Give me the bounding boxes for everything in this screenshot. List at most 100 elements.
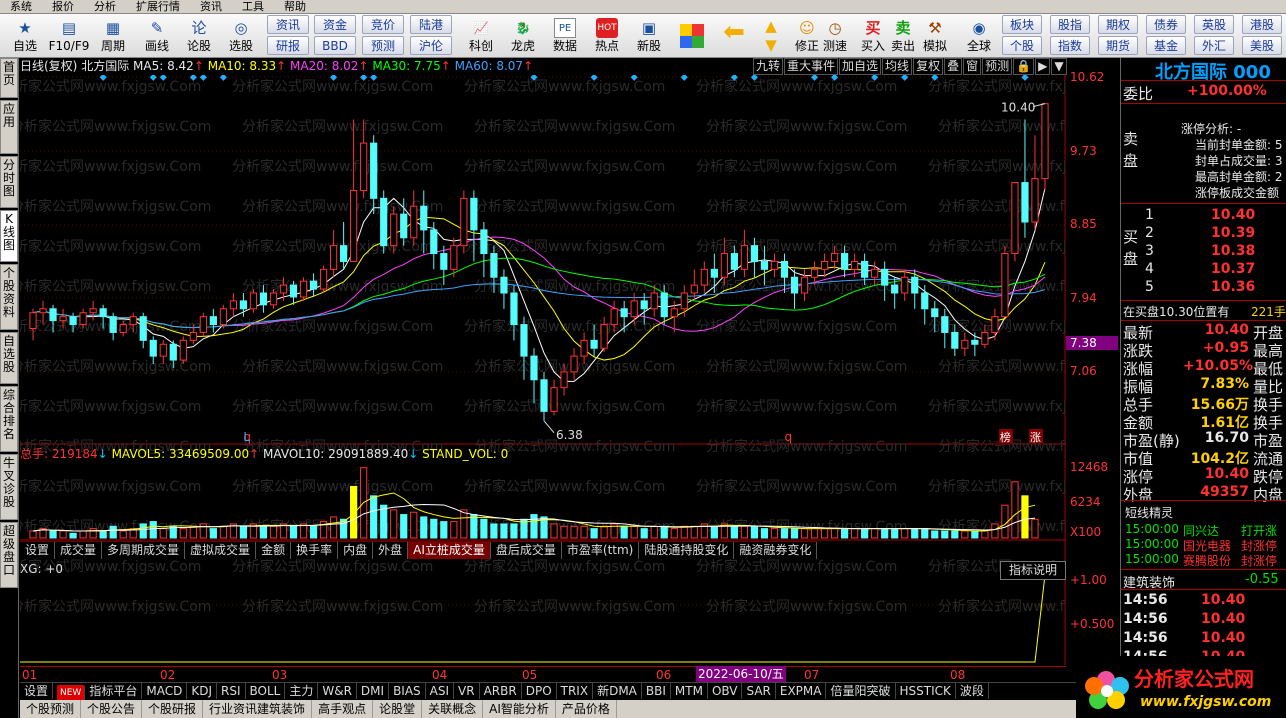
global-button[interactable]: ◉ 全球 (958, 14, 1000, 58)
funds-button[interactable]: 资金 (314, 15, 356, 34)
lock-icon[interactable]: 🔒 (1013, 58, 1035, 75)
bottom-macd[interactable]: MACD (142, 683, 188, 699)
menu-item[interactable]: 分析 (84, 0, 126, 13)
tab-multi-period-volume[interactable]: 多周期成交量 (102, 542, 186, 559)
indicator-explain-button[interactable]: 指标说明 (1000, 561, 1067, 580)
predict-button[interactable]: 预测 (982, 58, 1013, 75)
menu-item[interactable]: 系统 (0, 0, 42, 13)
research-button[interactable]: 研报 (267, 36, 309, 55)
bottom-dmi[interactable]: DMI (357, 683, 390, 699)
info-tab[interactable]: 个股预测 (20, 700, 82, 718)
tab-settings[interactable]: 设置 (20, 542, 56, 559)
stocks-button[interactable]: 个股 (1002, 36, 1042, 55)
bottom-mtm[interactable]: MTM (671, 683, 708, 699)
draw-line-button[interactable]: ✎ 画线 (136, 14, 178, 58)
ipo-button[interactable]: ▣ 新股 (628, 14, 670, 58)
menu-item[interactable]: 资讯 (190, 0, 232, 13)
sidebar-item-ranking[interactable]: 综合排名 (0, 386, 18, 452)
tab-turnover[interactable]: 换手率 (291, 542, 339, 559)
bottom-obv[interactable]: OBV (708, 683, 743, 699)
bottom-double-volume[interactable]: 倍量阳突破 (826, 683, 896, 699)
major-events-button[interactable]: 重大事件 (784, 58, 839, 75)
bottom-vr[interactable]: VR (454, 683, 480, 699)
tab-outer[interactable]: 外盘 (373, 542, 409, 559)
futures-button[interactable]: 期货 (1098, 36, 1138, 55)
bottom-hsstick[interactable]: HSSTICK (896, 683, 956, 699)
tab-after-hours-volume[interactable]: 盘后成交量 (491, 542, 562, 559)
menu-item[interactable]: 报价 (42, 0, 84, 13)
tab-inner[interactable]: 内盘 (338, 542, 374, 559)
tab-amount[interactable]: 金额 (256, 542, 292, 559)
bottom-bbi[interactable]: BBI (642, 683, 671, 699)
ma-button[interactable]: 均线 (882, 58, 913, 75)
bottom-wave[interactable]: 波段 (956, 683, 989, 699)
tab-volume[interactable]: 成交量 (55, 542, 103, 559)
arrow-up-icon[interactable]: ▲ (760, 16, 782, 35)
fund-button[interactable]: 基金 (1146, 36, 1186, 55)
bottom-wr[interactable]: W&R (318, 683, 357, 699)
menu-item[interactable]: 帮助 (274, 0, 316, 13)
stock-index-button[interactable]: 股指 (1050, 15, 1090, 34)
sidebar-item-apps[interactable]: 应用 (0, 100, 18, 154)
bottom-bias[interactable]: BIAS (389, 683, 426, 699)
sidebar-item-watchlist[interactable]: 自选股 (0, 332, 18, 384)
f10-button[interactable]: ▤ F10/F9 (48, 14, 90, 58)
data-button[interactable]: PE 数据 (544, 14, 586, 58)
chart-mode[interactable]: 日线(复权) (20, 59, 77, 73)
bottom-indicator-platform[interactable]: 指标平台 (85, 683, 143, 699)
tab-pe-ttm[interactable]: 市盈率(ttm) (562, 542, 640, 559)
period-button[interactable]: ▦ 周期 (92, 14, 134, 58)
info-tab[interactable]: 高手观点 (312, 700, 374, 718)
hot-button[interactable]: HOT 热点 (586, 14, 628, 58)
options-button[interactable]: 期权 (1098, 15, 1138, 34)
hk-stocks-button[interactable]: 港股 (1242, 15, 1282, 34)
tab-margin[interactable]: 融资融券变化 (734, 542, 818, 559)
discuss-button[interactable]: 论论股 (178, 14, 220, 58)
bonds-button[interactable]: 债券 (1146, 15, 1186, 34)
simulate-button[interactable]: ⚒ 模拟 (914, 14, 956, 58)
forecast-button[interactable]: 预测 (362, 36, 404, 55)
info-tab[interactable]: 产品价格 (556, 700, 617, 718)
shanghai-london-button[interactable]: 沪伦 (410, 36, 452, 55)
uk-stocks-button[interactable]: 英股 (1194, 15, 1234, 34)
bottom-rsi[interactable]: RSI (217, 683, 246, 699)
overlay-button[interactable]: 叠 (944, 58, 963, 75)
sidebar-item-kline[interactable]: K线图 (0, 210, 18, 262)
dragon-tiger-button[interactable]: 🐉 龙虎 (502, 14, 544, 58)
forex-button[interactable]: 外汇 (1194, 36, 1234, 55)
speed-test-button[interactable]: ◷ 测速 (814, 14, 856, 58)
nav-up-down[interactable]: ▲ ▼ (758, 14, 784, 58)
info-tab[interactable]: AI智能分析 (483, 700, 556, 718)
stock-picker-button[interactable]: ◎ 选股 (220, 14, 262, 58)
bottom-main-force[interactable]: 主力 (285, 683, 319, 699)
back-button[interactable]: ⬅ (716, 14, 752, 58)
bottom-settings[interactable]: 设置 (20, 683, 54, 699)
info-tab[interactable]: 行业资讯建筑装饰 (203, 700, 313, 718)
favorites-button[interactable]: ★ 自选 (4, 14, 46, 58)
bottom-new-dma[interactable]: 新DMA (593, 683, 642, 699)
color-grid-button[interactable] (674, 14, 710, 58)
bottom-dpo[interactable]: DPO (522, 683, 557, 699)
info-tab[interactable]: 个股研报 (142, 700, 204, 718)
arrow-down-icon[interactable]: ▼ (760, 35, 782, 54)
bottom-arbr[interactable]: ARBR (480, 683, 522, 699)
bottom-trix[interactable]: TRIX (557, 683, 594, 699)
sidebar-item-home[interactable]: 首页 (0, 58, 18, 98)
index-button[interactable]: 指数 (1050, 36, 1090, 55)
bottom-sar[interactable]: SAR (742, 683, 776, 699)
info-tab[interactable]: 个股公告 (81, 700, 143, 718)
menu-item[interactable]: 工具 (232, 0, 274, 13)
sidebar-item-profile[interactable]: 个股资料 (0, 264, 18, 330)
bbd-button[interactable]: BBD (314, 36, 356, 55)
info-tab[interactable]: 论股堂 (373, 700, 423, 718)
play-icon[interactable]: ▶ (1035, 58, 1051, 75)
hk-connect-button[interactable]: 陆港 (410, 15, 452, 34)
us-stocks-button[interactable]: 美股 (1242, 36, 1282, 55)
sidebar-item-level2[interactable]: 超级盘口 (0, 522, 18, 588)
bottom-kdj[interactable]: KDJ (187, 683, 217, 699)
tab-virtual-volume[interactable]: 虚拟成交量 (185, 542, 257, 559)
news-button[interactable]: 资讯 (267, 15, 309, 34)
tab-ai-volume[interactable]: AI立桩成交量 (408, 542, 491, 559)
adjust-button[interactable]: 复权 (913, 58, 944, 75)
menu-item[interactable]: 扩展行情 (126, 0, 190, 13)
